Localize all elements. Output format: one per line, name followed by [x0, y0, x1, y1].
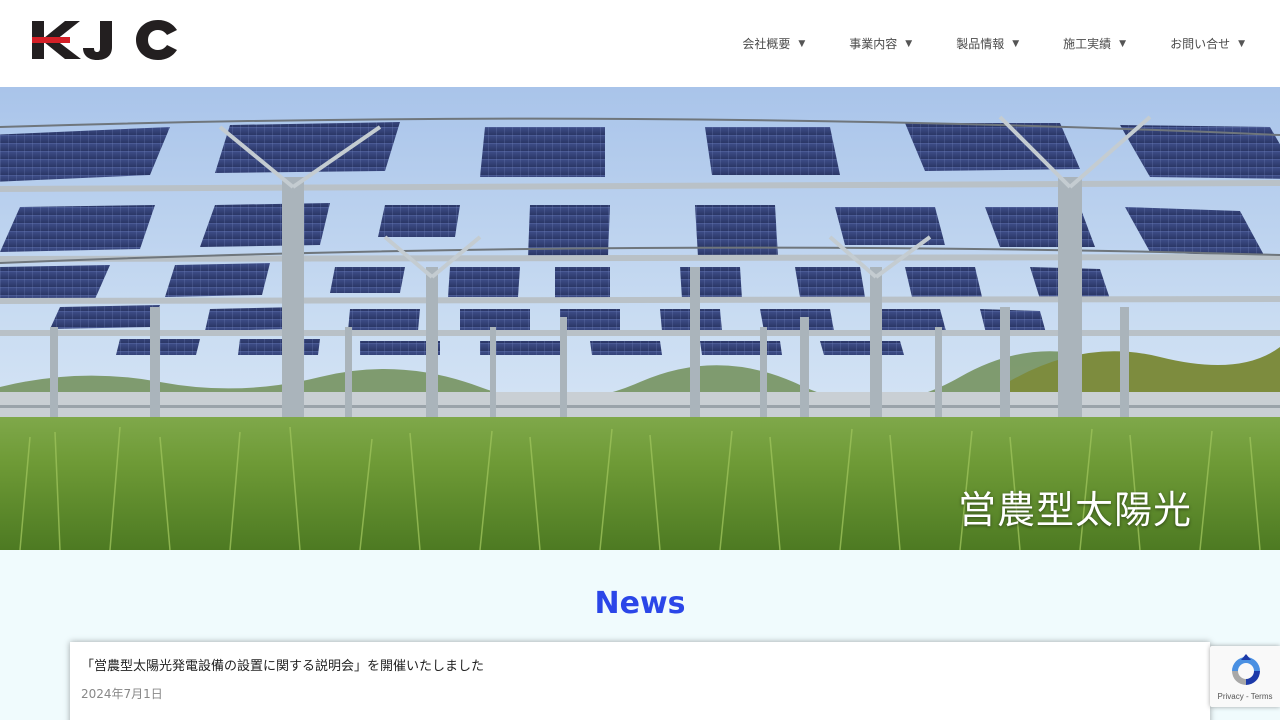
hero-caption: 営農型太陽光 — [957, 488, 1192, 532]
news-heading: News — [594, 586, 686, 621]
news-section: News 「営農型太陽光発電設備の設置に関する説明会」を開催いたしました 202… — [0, 550, 1280, 720]
nav-item-contact[interactable]: お問い合せ ▼ — [1170, 35, 1245, 52]
nav-label: 事業内容 — [849, 37, 898, 51]
kjc-logo[interactable] — [32, 20, 178, 60]
chevron-down-icon: ▼ — [1012, 38, 1020, 49]
news-item-title[interactable]: 「営農型太陽光発電設備の設置に関する説明会」を開催いたしました — [81, 655, 484, 674]
nav-label: 施工実績 — [1063, 37, 1112, 51]
nav-label: 製品情報 — [956, 37, 1005, 51]
nav-item-company[interactable]: 会社概要 ▼ — [742, 35, 805, 52]
recaptcha-icon — [1232, 654, 1260, 685]
site-header: 会社概要 ▼ 事業内容 ▼ 製品情報 ▼ 施工実績 ▼ お問い合せ ▼ — [0, 0, 1280, 87]
nav-item-works[interactable]: 施工実績 ▼ — [1063, 35, 1126, 52]
nav-item-business[interactable]: 事業内容 ▼ — [849, 35, 912, 52]
chevron-down-icon: ▼ — [1119, 38, 1127, 49]
chevron-down-icon: ▼ — [905, 38, 913, 49]
news-card[interactable]: 「営農型太陽光発電設備の設置に関する説明会」を開催いたしました 2024年7月1… — [70, 642, 1210, 720]
recaptcha-badge[interactable]: Privacy - Terms — [1210, 646, 1280, 707]
chevron-down-icon: ▼ — [798, 38, 806, 49]
nav-label: 会社概要 — [742, 37, 791, 51]
hero-banner: 営農型太陽光 — [0, 87, 1280, 550]
chevron-down-icon: ▼ — [1238, 38, 1245, 49]
news-item-date: 2024年7月1日 — [81, 687, 163, 701]
recaptcha-links[interactable]: Privacy - Terms — [1210, 692, 1280, 701]
nav-label: お問い合せ — [1170, 37, 1231, 51]
nav-item-products[interactable]: 製品情報 ▼ — [956, 35, 1019, 52]
main-nav: 会社概要 ▼ 事業内容 ▼ 製品情報 ▼ 施工実績 ▼ お問い合せ ▼ — [742, 0, 1245, 87]
